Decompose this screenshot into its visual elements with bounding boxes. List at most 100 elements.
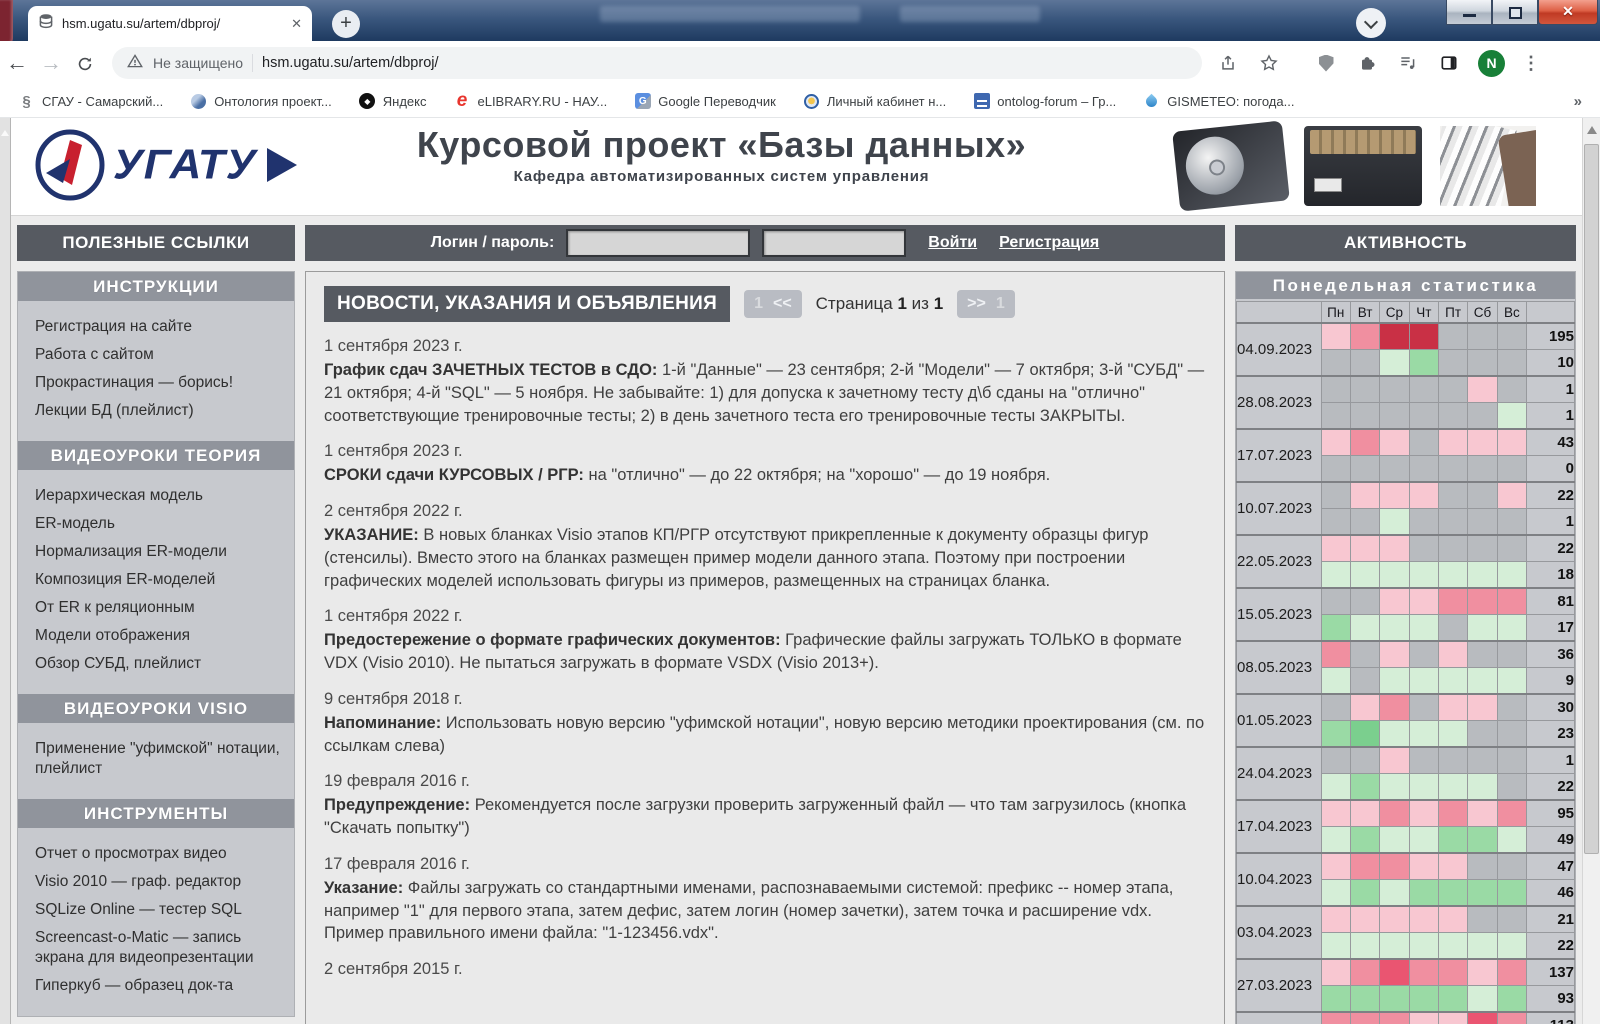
sidebar-link[interactable]: Visio 2010 — граф. редактор — [35, 868, 284, 896]
bookmark-item[interactable]: §СГАУ - Самарский... — [18, 93, 163, 110]
heat-cell — [1350, 323, 1379, 350]
security-label[interactable]: Не защищено — [153, 55, 243, 71]
menu-kebab-icon[interactable]: ⋮ — [1522, 53, 1540, 74]
tab-search-button[interactable] — [1356, 8, 1386, 38]
bookmark-item[interactable]: GISMETEO: погода... — [1143, 93, 1294, 110]
sidebar-link[interactable]: Screencast-o-Matic — запись экрана для в… — [35, 924, 284, 972]
login-input[interactable] — [566, 229, 750, 257]
page-first[interactable]: 1 — [754, 295, 763, 313]
news-item-body: График сдач ЗАЧЕТНЫХ ТЕСТОВ в СДО: 1-й "… — [324, 359, 1206, 427]
heat-cell — [1468, 429, 1497, 456]
browser-tab[interactable]: hsm.ugatu.su/artem/dbproj/ ✕ — [28, 6, 312, 41]
sidebar-link[interactable]: Модели отображения — [35, 622, 284, 650]
sidebar-link[interactable]: Обзор СУБД, плейлист — [35, 650, 284, 678]
close-button[interactable]: ✕ — [1538, 0, 1598, 25]
heat-cell — [1409, 562, 1438, 589]
stats-corner-cell — [1527, 302, 1575, 324]
bookmarks-bar: §СГАУ - Самарский... Онтология проект... ◆… — [0, 85, 1600, 118]
prev-page-icon[interactable]: << — [773, 295, 792, 313]
sidebar-link[interactable]: Нормализация ER-модели — [35, 538, 284, 566]
scroll-up-icon[interactable] — [1587, 126, 1597, 134]
extensions-puzzle-icon[interactable] — [1355, 51, 1379, 75]
scrollbar-thumb[interactable] — [1584, 144, 1599, 854]
adblock-shield-icon[interactable] — [1314, 51, 1338, 75]
news-item-body: Напоминание: Использовать новую версию "… — [324, 712, 1206, 758]
page-last[interactable]: 1 — [996, 295, 1005, 313]
heat-cell — [1438, 959, 1467, 986]
sidebar-link[interactable]: Гиперкуб — образец док-та — [35, 972, 284, 1000]
bookmark-item[interactable]: GGoogle Переводчик — [634, 93, 776, 110]
forward-button[interactable]: → — [34, 50, 68, 76]
sidebar-link[interactable]: От ER к реляционным — [35, 594, 284, 622]
url-text[interactable]: hsm.ugatu.su/artem/dbproj/ — [262, 55, 439, 71]
heat-cell — [1438, 562, 1467, 589]
playlist-icon[interactable] — [1396, 51, 1420, 75]
login-link[interactable]: Войти — [928, 234, 977, 252]
heat-cell — [1409, 588, 1438, 615]
heat-cell — [1380, 747, 1409, 774]
heat-cell — [1468, 641, 1497, 668]
stats-value: 93 — [1527, 986, 1575, 1013]
bookmark-star-icon[interactable] — [1257, 51, 1281, 75]
sidebar-link[interactable]: SQLize Online — тестер SQL — [35, 896, 284, 924]
heat-cell — [1321, 323, 1350, 350]
tab-close-icon[interactable]: ✕ — [291, 16, 302, 32]
stats-value: 23 — [1527, 721, 1575, 748]
sidebar-link[interactable]: Иерархическая модель — [35, 482, 284, 510]
address-bar[interactable]: Не защищено hsm.ugatu.su/artem/dbproj/ — [112, 47, 1202, 79]
reload-button[interactable] — [68, 50, 102, 76]
bookmark-item[interactable]: Онтология проект... — [190, 93, 332, 110]
back-button[interactable]: ← — [0, 50, 34, 76]
day-header: Пн — [1321, 302, 1350, 324]
stats-row-visits: 15.05.202381 — [1237, 588, 1575, 615]
heat-cell — [1497, 323, 1526, 350]
sidebar-link[interactable]: Регистрация на сайте — [35, 313, 284, 341]
pagination-next-button[interactable]: >> 1 — [957, 290, 1015, 318]
sidebar-link[interactable]: Работа с сайтом — [35, 341, 284, 369]
heat-cell — [1468, 800, 1497, 827]
day-header: Чт — [1409, 302, 1438, 324]
bookmark-item[interactable]: eeLIBRARY.RU - НАУ... — [453, 93, 607, 110]
heat-cell — [1497, 350, 1526, 377]
heat-cell — [1438, 933, 1467, 960]
sidebar-link[interactable]: Применение "уфимской" нотации, плейлист — [35, 735, 284, 783]
heat-cell — [1350, 668, 1379, 695]
bookmark-item[interactable]: ◆Яндекс — [359, 93, 427, 110]
bookmark-label: GISMETEO: погода... — [1167, 94, 1294, 109]
left-frame-scrollbar[interactable] — [0, 118, 11, 1024]
heat-cell — [1497, 959, 1526, 986]
page-scrollbar[interactable] — [1582, 118, 1600, 1024]
heat-cell — [1350, 1012, 1379, 1024]
restore-button[interactable] — [1492, 0, 1538, 25]
sidebar-link[interactable]: Отчет о просмотрах видео — [35, 840, 284, 868]
news-item: 19 февраля 2016 г.Предупреждение: Рекоме… — [324, 772, 1206, 840]
heat-cell — [1409, 376, 1438, 403]
sidebar-link[interactable]: Композиция ER-моделей — [35, 566, 284, 594]
news-title: НОВОСТИ, УКАЗАНИЯ И ОБЪЯВЛЕНИЯ — [324, 286, 730, 322]
heat-cell — [1380, 403, 1409, 430]
register-link[interactable]: Регистрация — [999, 234, 1099, 252]
bookmarks-overflow-chevron[interactable]: » — [1574, 93, 1582, 110]
bookmark-item[interactable]: ontolog-forum – Гр... — [973, 93, 1116, 110]
side-panel-icon[interactable] — [1437, 51, 1461, 75]
stats-value: 95 — [1527, 800, 1575, 827]
ugatu-logo[interactable]: УГАТУ — [33, 128, 297, 202]
sidebar-link[interactable]: Прокрастинация — борись! — [35, 369, 284, 397]
tab-title: hsm.ugatu.su/artem/dbproj/ — [62, 16, 283, 31]
profile-avatar[interactable]: N — [1478, 50, 1505, 77]
heat-cell — [1438, 668, 1467, 695]
heat-cell — [1468, 509, 1497, 536]
share-icon[interactable] — [1216, 51, 1240, 75]
heat-cell — [1438, 800, 1467, 827]
pagination-prev-button[interactable]: 1 << — [744, 290, 802, 318]
sidebar-link[interactable]: ER-модель — [35, 510, 284, 538]
next-page-icon[interactable]: >> — [967, 295, 986, 313]
heat-cell — [1321, 429, 1350, 456]
heat-cell — [1409, 350, 1438, 377]
password-input[interactable] — [762, 229, 906, 257]
bookmark-item[interactable]: Личный кабинет н... — [803, 93, 946, 110]
sidebar-link[interactable]: Лекции БД (плейлист) — [35, 397, 284, 425]
minimize-button[interactable] — [1446, 0, 1492, 25]
new-tab-button[interactable]: + — [332, 10, 360, 38]
day-header: Сб — [1468, 302, 1497, 324]
